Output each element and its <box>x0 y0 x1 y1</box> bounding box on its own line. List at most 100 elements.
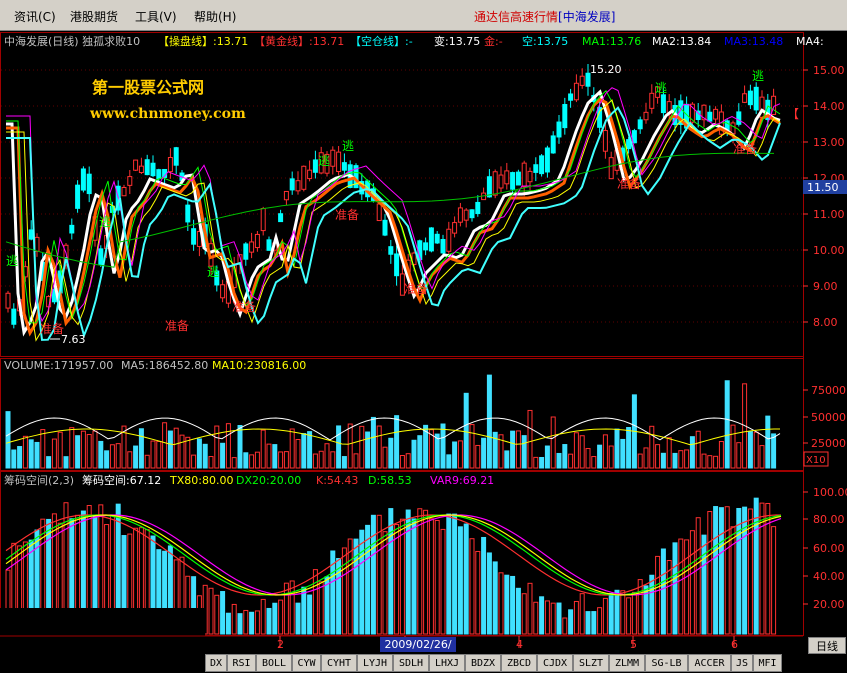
candle-body <box>660 94 666 114</box>
indicator-toolbar: DX RSI BOLL CYW CYHT LYJH SDLH LHXJ BDZX ZBCD CJDX… <box>0 654 847 673</box>
indicator-tab-sg-lb[interactable]: SG-LB <box>645 654 688 672</box>
volume-bar <box>34 441 40 469</box>
candle-body <box>150 162 156 177</box>
period-mode-button[interactable]: 日线 <box>808 637 846 654</box>
price-tick: 11.00 <box>813 208 845 221</box>
volume-bar <box>341 456 347 469</box>
prepare-signal: 准备 <box>404 282 428 296</box>
indicator-bar <box>562 617 568 635</box>
volume-bar <box>40 429 46 469</box>
volume-bar <box>562 444 568 469</box>
volume-bar <box>359 425 365 469</box>
indicator-bar <box>742 506 748 635</box>
indicator-tab-lyjh[interactable]: LYJH <box>357 654 393 672</box>
indicator-tab-cjdx[interactable]: CJDX <box>537 654 573 672</box>
volume-bar <box>417 435 423 469</box>
indicator-bar <box>626 597 632 635</box>
volume-bar <box>28 439 34 469</box>
volume-bar <box>167 430 173 469</box>
indicator-bar <box>602 597 608 635</box>
stock-chart[interactable]: 中海发展(日线) 独孤求败10 【操盘线】:13.71 【黄金线】:13.71 【空… <box>0 30 847 654</box>
candle-body <box>220 284 226 299</box>
indicator-tab-sdlh[interactable]: SDLH <box>393 654 429 672</box>
candle-body <box>510 172 516 190</box>
volume-bar <box>452 441 458 469</box>
candle-body <box>457 207 463 223</box>
indicator-tab-dx[interactable]: DX <box>205 654 227 672</box>
price-tick: 13.00 <box>813 136 845 149</box>
volume-bar <box>370 416 376 469</box>
indicator-tab-zlmm[interactable]: ZLMM <box>609 654 645 672</box>
indicator-tab-cyht[interactable]: CYHT <box>321 654 357 672</box>
volume-bar <box>602 434 608 469</box>
volume-bar <box>608 445 614 469</box>
menu-help[interactable]: 帮助(H) <box>194 8 236 25</box>
candle-body <box>330 149 336 167</box>
volume-bar <box>231 457 237 469</box>
indicator-bar <box>736 507 742 635</box>
menu-tools[interactable]: 工具(V) <box>135 8 177 25</box>
candle-body <box>254 233 260 249</box>
current-price-label: 11.50 <box>807 181 839 194</box>
volume-bar <box>307 431 313 469</box>
volume-bar <box>666 437 672 469</box>
candle-body <box>260 207 266 232</box>
volume-bar <box>765 415 771 469</box>
volume-bar <box>225 423 231 469</box>
volume-bar <box>51 438 57 469</box>
volume-bar <box>544 445 550 469</box>
menu-zixun[interactable]: 资讯(C) <box>14 8 56 25</box>
prepare-signal: 准备 <box>165 319 189 333</box>
indicator-bar <box>579 593 585 635</box>
indicator-bar <box>695 517 701 635</box>
candle-body <box>167 156 173 173</box>
volume-bar <box>266 443 272 469</box>
indicator-bar <box>655 555 661 635</box>
candle-body <box>185 204 191 223</box>
volume-bar <box>510 430 516 469</box>
indicator-tab-js[interactable]: JS <box>731 654 753 672</box>
indicator-tab-zbcd[interactable]: ZBCD <box>501 654 537 672</box>
indicator-bar <box>649 574 655 635</box>
volume-bar <box>185 436 191 469</box>
indicator-bar <box>341 547 347 635</box>
indicator-tab-slzt[interactable]: SLZT <box>573 654 609 672</box>
volume-bar <box>162 422 168 469</box>
volume-bar <box>46 456 52 469</box>
indicator-tab-lhxj[interactable]: LHXJ <box>429 654 465 672</box>
escape-signal: 逃 <box>6 254 18 268</box>
indicator-bar <box>225 612 231 635</box>
candle-body <box>69 224 75 234</box>
volume-bar <box>446 454 452 469</box>
volume-bar <box>243 452 249 469</box>
indicator-bar <box>469 538 475 635</box>
volume-bar <box>220 442 226 469</box>
indicator-tab-rsi[interactable]: RSI <box>227 654 256 672</box>
volume-bar <box>481 437 487 469</box>
date-cursor-marker: 2009/02/26/四 <box>380 637 456 666</box>
candle-body <box>753 86 759 111</box>
header-item: MA2:13.84 <box>652 35 711 48</box>
indicator-tab-cyw[interactable]: CYW <box>292 654 321 672</box>
volume-bar <box>324 443 330 469</box>
indicator-tab-boll[interactable]: BOLL <box>256 654 292 672</box>
candle-body <box>515 171 521 186</box>
time-tick: 6 <box>731 638 738 651</box>
volume-bar <box>295 439 301 469</box>
indicator-tab-bdzx[interactable]: BDZX <box>465 654 501 672</box>
candle-body <box>544 147 550 173</box>
indicator-tab-mfi[interactable]: MFI <box>753 654 782 672</box>
candle-body <box>289 178 295 191</box>
indicator-bar <box>660 548 666 635</box>
menu-ganggu-qihuo[interactable]: 港股期货 <box>70 8 118 25</box>
candle-body <box>138 165 144 174</box>
candle-body <box>452 222 458 234</box>
candle-body <box>191 228 197 245</box>
indicator-bar <box>620 590 626 635</box>
indicator-bar <box>231 603 237 635</box>
indicator-bar <box>214 594 220 635</box>
indicator-tab-accer[interactable]: ACCER <box>688 654 731 672</box>
candlesticks <box>5 64 777 329</box>
candle-body <box>562 104 568 129</box>
candle-body <box>713 108 719 120</box>
